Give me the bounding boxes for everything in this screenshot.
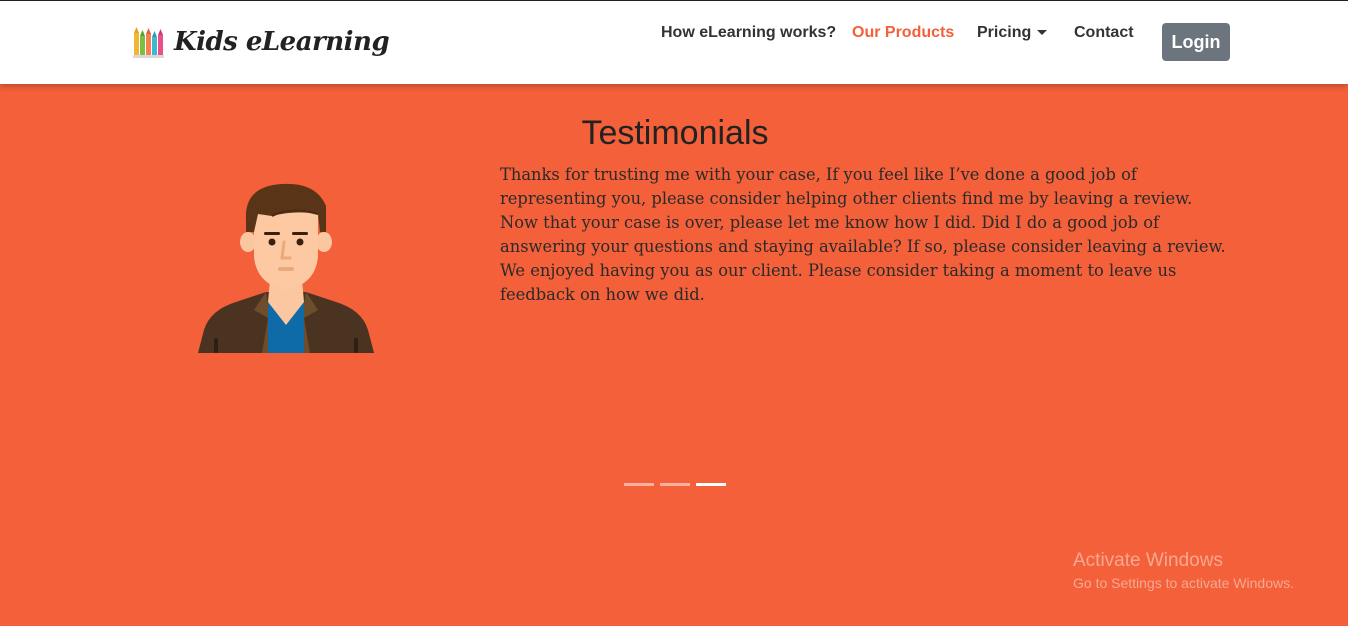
brand-link[interactable]: Kids eLearning	[132, 25, 390, 59]
testimonials-heading: Testimonials	[581, 114, 769, 152]
nav-pricing-label: Pricing	[977, 24, 1032, 41]
login-button[interactable]: Login	[1162, 23, 1230, 61]
testimonial-quote: Thanks for trusting me with your case, I…	[500, 165, 1226, 304]
pencils-icon	[133, 27, 164, 58]
watermark-title: Activate Windows	[1073, 550, 1223, 571]
watermark-subtitle: Go to Settings to activate Windows.	[1073, 575, 1294, 591]
carousel-indicators	[624, 483, 726, 486]
windows-activation-watermark: Activate Windows Go to Settings to activ…	[1073, 550, 1294, 591]
nav-contact[interactable]: Contact	[1074, 24, 1134, 42]
nav-pricing-dropdown[interactable]: Pricing	[977, 24, 1048, 42]
nav-our-products[interactable]: Our Products	[852, 24, 954, 42]
navbar: Kids eLearning How eLearning works? Our …	[0, 1, 1348, 84]
nav-how-it-works[interactable]: How eLearning works?	[661, 24, 836, 42]
carousel-indicator-3[interactable]	[696, 483, 726, 486]
carousel-indicator-1[interactable]	[624, 483, 654, 486]
brand-name: Kids eLearning	[174, 27, 390, 57]
section-title: Testimonials	[0, 114, 1348, 153]
carousel-indicator-2[interactable]	[660, 483, 690, 486]
man-avatar-icon	[198, 183, 374, 353]
caret-down-icon	[1037, 30, 1048, 36]
